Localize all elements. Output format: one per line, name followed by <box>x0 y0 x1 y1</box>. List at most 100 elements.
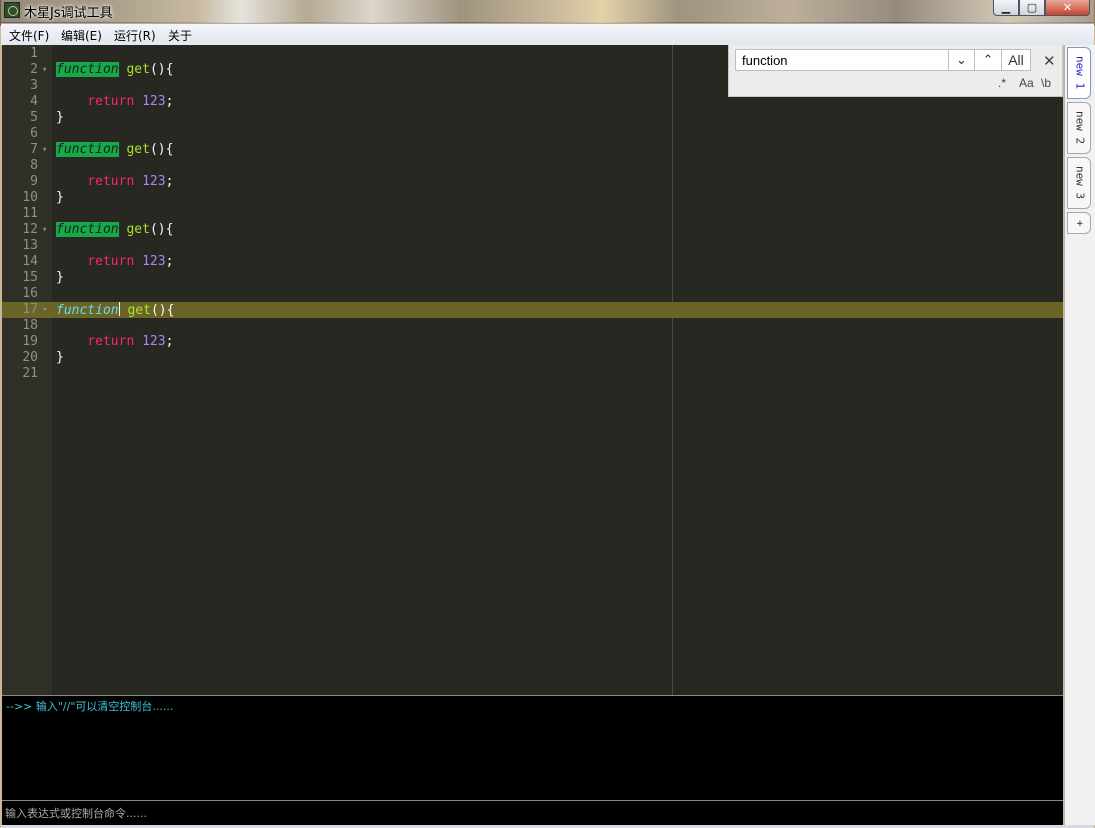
tab-new-2[interactable]: new 2 <box>1067 102 1091 154</box>
menu-about[interactable]: 关于 <box>168 27 192 44</box>
app-window: 木星Js调试工具 ▁ ▢ ✕ 文件(F) 编辑(E) 运行(R) 关于 1 2 ▾ f… <box>1 0 1095 828</box>
line-number: 20 <box>22 350 38 365</box>
tab-new-3[interactable]: new 3 <box>1067 157 1091 209</box>
minimize-icon: ▁ <box>1001 1 1011 14</box>
code-line[interactable]: 9 return 123; <box>2 174 1063 190</box>
tab-label: new 3 <box>1073 166 1087 200</box>
line-number: 9 <box>30 174 38 189</box>
regex-toggle[interactable]: .* <box>998 76 1006 94</box>
line-number: 8 <box>30 158 38 173</box>
document-tabs: new 1 new 2 new 3 + <box>1064 45 1095 825</box>
close-button[interactable]: ✕ <box>1045 0 1090 16</box>
line-number: 2 <box>30 62 38 77</box>
function-name: get <box>126 222 150 237</box>
keyword-return: return <box>87 254 135 269</box>
chevron-up-icon: ⌃ <box>982 52 994 67</box>
menu-edit[interactable]: 编辑(E) <box>61 27 102 44</box>
code-line[interactable]: 16 <box>2 286 1063 302</box>
code-line[interactable]: 12 ▾ function get(){ <box>2 222 1063 238</box>
code-text: return 123; <box>56 94 173 110</box>
line-number: 10 <box>22 190 38 205</box>
code-line[interactable]: 8 <box>2 158 1063 174</box>
code-editor[interactable]: 1 2 ▾ function get(){3 4 return 123; 5} 6 7 ▾ fun… <box>2 45 1063 695</box>
code-line[interactable]: 13 <box>2 238 1063 254</box>
maximize-button[interactable]: ▢ <box>1019 0 1045 16</box>
whole-word-toggle[interactable]: \b <box>1041 76 1051 94</box>
line-number: 3 <box>30 78 38 93</box>
line-number: 7 <box>30 142 38 157</box>
code-line[interactable]: 15} <box>2 270 1063 286</box>
keyword-function: function <box>56 222 119 237</box>
punctuation: (){ <box>150 303 175 318</box>
code-text: function get(){ <box>56 62 173 78</box>
code-text: } <box>56 190 64 205</box>
number-literal: 123 <box>142 334 166 349</box>
keyword-function: function <box>56 142 119 157</box>
code-text: function get(){ <box>56 302 174 319</box>
line-number: 17 <box>22 302 38 317</box>
code-line[interactable]: 14 return 123; <box>2 254 1063 270</box>
chevron-down-icon: ⌄ <box>956 52 967 67</box>
line-number: 13 <box>22 238 38 253</box>
case-sensitive-toggle[interactable]: Aa <box>1019 76 1034 94</box>
new-tab-button[interactable]: + <box>1067 212 1091 234</box>
find-previous-button[interactable]: ⌃ <box>974 49 1002 71</box>
code-text: } <box>56 270 64 285</box>
tab-label: new 1 <box>1073 56 1087 90</box>
code-line[interactable]: 17 ▾ function get(){ <box>2 302 1063 318</box>
number-literal: 123 <box>142 174 166 189</box>
function-name: get <box>126 142 150 157</box>
tab-new-1[interactable]: new 1 <box>1067 47 1091 99</box>
line-number: 19 <box>22 334 38 349</box>
menu-run[interactable]: 运行(R) <box>114 27 156 44</box>
number-literal: 123 <box>142 94 166 109</box>
line-number: 6 <box>30 126 38 141</box>
title-bar[interactable]: 木星Js调试工具 ▁ ▢ ✕ <box>1 0 1094 22</box>
function-name: get <box>126 62 150 77</box>
code-line[interactable]: 7 ▾ function get(){ <box>2 142 1063 158</box>
find-all-button[interactable]: All <box>1001 49 1031 71</box>
console-output[interactable]: -->> 输入"//"可以清空控制台...... <box>2 695 1063 800</box>
code-text: return 123; <box>56 334 173 350</box>
punctuation: ; <box>165 174 174 189</box>
line-number: 4 <box>30 94 38 109</box>
code-line[interactable]: 11 <box>2 206 1063 222</box>
code-text: return 123; <box>56 174 173 190</box>
find-close-icon[interactable]: ✕ <box>1043 52 1056 70</box>
code-line[interactable]: 5} <box>2 110 1063 126</box>
keyword-return: return <box>87 334 135 349</box>
number-literal: 123 <box>142 254 166 269</box>
keyword-return: return <box>87 94 135 109</box>
keyword-function: function <box>56 62 119 77</box>
menu-file[interactable]: 文件(F) <box>9 27 49 44</box>
minimize-button[interactable]: ▁ <box>993 0 1019 16</box>
fold-arrow-icon: ▾ <box>42 145 48 155</box>
punctuation: (){ <box>149 62 174 77</box>
code-line[interactable]: 10} <box>2 190 1063 206</box>
code-line[interactable]: 18 <box>2 318 1063 334</box>
tab-label: new 2 <box>1073 111 1087 145</box>
fold-arrow-icon: ▾ <box>42 225 48 235</box>
punctuation: ; <box>165 94 174 109</box>
line-number: 11 <box>22 206 38 221</box>
command-input[interactable]: 输入表达式或控制台命令...... <box>2 800 1063 825</box>
line-number: 12 <box>22 222 38 237</box>
line-number: 18 <box>22 318 38 333</box>
punctuation: (){ <box>149 142 174 157</box>
code-text: function get(){ <box>56 222 173 238</box>
function-name: get <box>127 303 151 318</box>
keyword-return: return <box>87 174 135 189</box>
punctuation: ; <box>165 334 174 349</box>
command-placeholder: 输入表达式或控制台命令...... <box>5 807 147 820</box>
find-input[interactable] <box>735 49 949 71</box>
find-next-button[interactable]: ⌄ <box>948 49 975 71</box>
line-number: 21 <box>22 366 38 381</box>
code-text: function get(){ <box>56 142 173 158</box>
code-line[interactable]: 6 <box>2 126 1063 142</box>
code-line[interactable]: 21 <box>2 366 1063 382</box>
code-line[interactable]: 20} <box>2 350 1063 366</box>
code-line[interactable]: 19 return 123; <box>2 334 1063 350</box>
